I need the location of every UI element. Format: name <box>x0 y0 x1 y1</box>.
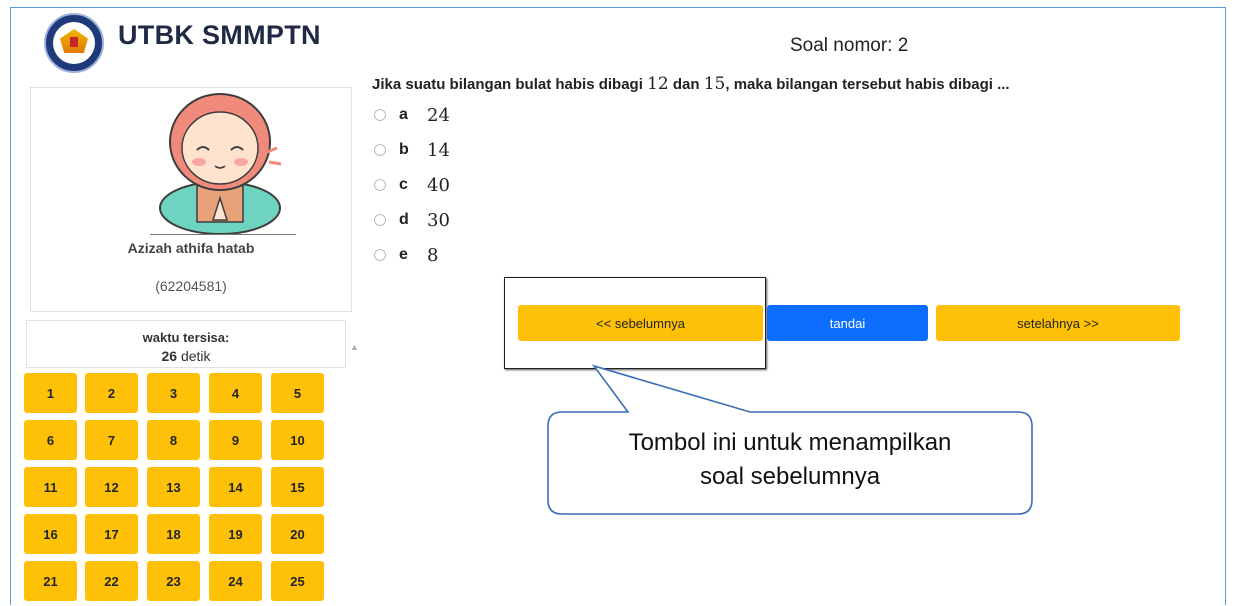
question-number-button[interactable]: 19 <box>209 514 262 554</box>
callout-line-1: Tombol ini untuk menampilkan <box>628 429 952 456</box>
question-number-button[interactable]: 25 <box>271 561 324 601</box>
question-number-button[interactable]: 10 <box>271 420 324 460</box>
option-value: 30 <box>427 209 450 231</box>
question-number-button[interactable]: 11 <box>24 467 77 507</box>
option-value: 14 <box>427 139 450 161</box>
question-text: Jika suatu bilangan bulat habis dibagi 1… <box>372 74 1010 94</box>
option-letter: b <box>399 141 409 158</box>
option-letter: a <box>399 106 408 123</box>
option-letter: c <box>399 176 408 193</box>
question-number-button[interactable]: 2 <box>85 373 138 413</box>
question-number-button[interactable]: 7 <box>85 420 138 460</box>
question-number-button[interactable]: 1 <box>24 373 77 413</box>
timer-seconds: 26 <box>161 348 178 364</box>
question-number-button[interactable]: 8 <box>147 420 200 460</box>
answer-option[interactable]: b 14 <box>374 136 450 164</box>
question-number-button[interactable]: 12 <box>85 467 138 507</box>
question-number-button[interactable]: 16 <box>24 514 77 554</box>
answer-option[interactable]: a 24 <box>374 101 450 129</box>
question-number-button[interactable]: 6 <box>24 420 77 460</box>
answer-option[interactable]: e8 <box>374 241 438 269</box>
logo-center <box>70 37 78 47</box>
option-letter: e <box>399 246 408 263</box>
question-number-button[interactable]: 18 <box>147 514 200 554</box>
question-number-button[interactable]: 4 <box>209 373 262 413</box>
student-profile-card: Azizah athifa hatab (62204581) <box>30 87 352 312</box>
question-number-header: Soal nomor: 2 <box>790 35 909 56</box>
option-value: 40 <box>427 174 450 196</box>
answer-option[interactable]: c 40 <box>374 171 450 199</box>
timer-panel: waktu tersisa: 26 detik <box>26 320 346 368</box>
option-value: 8 <box>427 244 439 266</box>
callout-text: Tombol ini untuk menampilkan soal sebelu… <box>548 426 1032 494</box>
next-button[interactable]: setelahnya >> <box>936 305 1180 341</box>
radio-button[interactable] <box>374 179 386 191</box>
callout-line-2: soal sebelumnya <box>699 463 881 490</box>
question-number-button[interactable]: 17 <box>85 514 138 554</box>
previous-button[interactable]: << sebelumnya <box>518 305 763 341</box>
question-number-button[interactable]: 14 <box>209 467 262 507</box>
university-logo <box>44 13 104 73</box>
answer-option[interactable]: d 30 <box>374 206 450 234</box>
question-number-button[interactable]: 23 <box>147 561 200 601</box>
question-number-button[interactable]: 5 <box>271 373 324 413</box>
radio-button[interactable] <box>374 144 386 156</box>
question-text-part: Jika suatu bilangan bulat habis dibagi <box>372 76 643 93</box>
question-number-button[interactable]: 20 <box>271 514 324 554</box>
student-id: (62204581) <box>155 278 227 294</box>
question-number-button[interactable]: 3 <box>147 373 200 413</box>
question-number-button[interactable]: 9 <box>209 420 262 460</box>
option-letter: d <box>399 211 409 228</box>
radio-button[interactable] <box>374 109 386 121</box>
mark-button[interactable]: tandai <box>767 305 928 341</box>
radio-button[interactable] <box>374 214 386 226</box>
question-number-button[interactable]: 22 <box>85 561 138 601</box>
question-nav-scrollbar[interactable] <box>346 338 362 606</box>
timer-value-row: 26 detik <box>27 348 345 364</box>
question-number-button[interactable]: 24 <box>209 561 262 601</box>
student-name: Azizah athifa hatab <box>127 240 255 256</box>
timer-label: waktu tersisa: <box>142 330 230 345</box>
question-number-12: 12 <box>647 74 669 94</box>
question-text-part: , maka bilangan tersebut habis dibagi ..… <box>725 76 1010 93</box>
question-number-button[interactable]: 13 <box>147 467 200 507</box>
question-text-part: dan <box>672 76 700 93</box>
question-number-button[interactable]: 15 <box>271 467 324 507</box>
question-number-15: 15 <box>703 74 726 94</box>
question-number-button[interactable]: 21 <box>24 561 77 601</box>
timer-unit: detik <box>180 348 211 364</box>
avatar-divider <box>150 234 296 235</box>
option-value: 24 <box>427 104 450 126</box>
scroll-up-arrow-icon[interactable]: ▲ <box>350 342 359 352</box>
radio-button[interactable] <box>374 249 386 261</box>
avatar <box>159 93 282 235</box>
app-title: UTBK SMMPTN <box>118 20 321 50</box>
